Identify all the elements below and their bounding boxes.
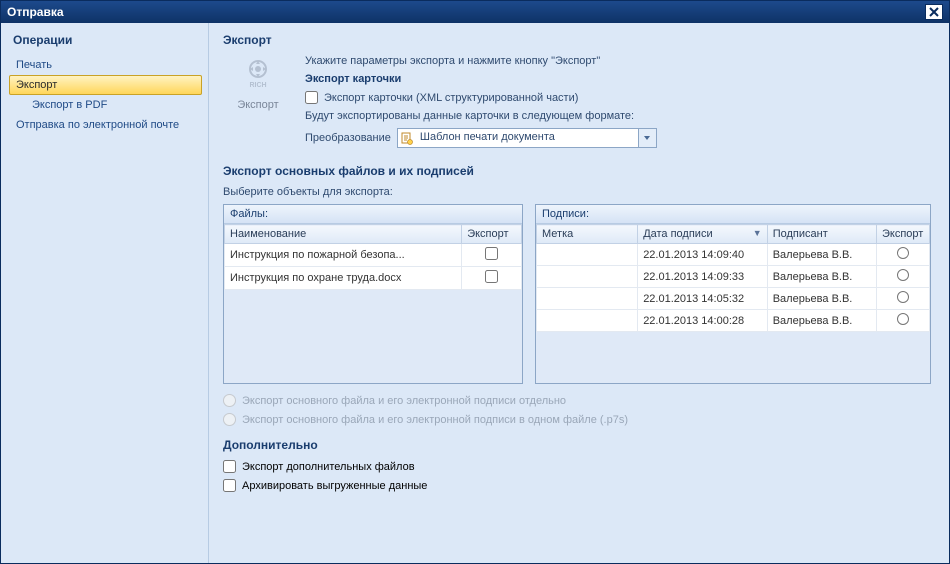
close-icon: [929, 7, 939, 17]
table-row[interactable]: 22.01.2013 14:05:32 Валерьева В.В.: [537, 288, 930, 310]
sidebar-item-send-email[interactable]: Отправка по электронной почте: [9, 115, 202, 135]
signatures-panel-title: Подписи:: [536, 205, 930, 224]
sidebar: Операции Печать Экспорт Экспорт в PDF От…: [1, 23, 209, 563]
signatures-panel: Подписи: Метка Дата подписи▼ Подписант Э…: [535, 204, 931, 384]
archive-label: Архивировать выгруженные данные: [242, 480, 427, 492]
radio-combined-label: Экспорт основного файла и его электронно…: [242, 414, 628, 426]
archive-checkbox[interactable]: [223, 479, 236, 492]
tables-row: Файлы: Наименование Экспорт: [223, 204, 935, 384]
window-body: Операции Печать Экспорт Экспорт в PDF От…: [1, 23, 949, 563]
archive-row: Архивировать выгруженные данные: [223, 479, 935, 492]
file-export-checkbox[interactable]: [485, 247, 498, 260]
card-export-checkbox[interactable]: [305, 91, 318, 104]
sig-signer-cell: Валерьева В.В.: [767, 244, 876, 266]
transform-row: Преобразование Шаблон печати документа: [305, 128, 935, 148]
rich-export-icon: RICH: [234, 55, 282, 95]
sig-date-cell: 22.01.2013 14:05:32: [638, 288, 768, 310]
export-extra-checkbox[interactable]: [223, 460, 236, 473]
table-row[interactable]: Инструкция по пожарной безопа...: [225, 244, 522, 267]
titlebar: Отправка: [1, 1, 949, 23]
file-name-cell: Инструкция по пожарной безопа...: [225, 244, 462, 267]
sidebar-title: Операции: [9, 33, 208, 47]
sigs-col-date[interactable]: Дата подписи▼: [638, 225, 768, 244]
table-row[interactable]: 22.01.2013 14:00:28 Валерьева В.В.: [537, 310, 930, 332]
files-panel: Файлы: Наименование Экспорт: [223, 204, 523, 384]
files-col-name[interactable]: Наименование: [225, 225, 462, 244]
sidebar-item-export[interactable]: Экспорт: [9, 75, 202, 95]
sort-desc-icon: ▼: [753, 228, 762, 238]
export-hint: Укажите параметры экспорта и нажмите кно…: [305, 55, 935, 67]
files-col-export[interactable]: Экспорт: [462, 225, 522, 244]
table-row[interactable]: 22.01.2013 14:09:40 Валерьева В.В.: [537, 244, 930, 266]
export-extra-row: Экспорт дополнительных файлов: [223, 460, 935, 473]
transform-label: Преобразование: [305, 132, 391, 144]
svg-text:RICH: RICH: [249, 82, 266, 89]
card-export-label: Экспорт карточки (XML структурированной …: [324, 92, 578, 104]
sig-export-radio[interactable]: [897, 247, 909, 259]
sig-label-cell: [537, 310, 638, 332]
choose-label: Выберите объекты для экспорта:: [223, 186, 935, 198]
signatures-grid: Метка Дата подписи▼ Подписант Экспорт 22…: [536, 224, 930, 332]
export-icon-block: RICH Экспорт: [223, 55, 293, 148]
radio-combined-row: Экспорт основного файла и его электронно…: [223, 413, 935, 426]
card-note: Будут экспортированы данные карточки в с…: [305, 110, 935, 122]
sig-export-radio[interactable]: [897, 313, 909, 325]
sig-signer-cell: Валерьева В.В.: [767, 288, 876, 310]
chevron-down-icon: [643, 134, 651, 142]
sidebar-item-print[interactable]: Печать: [9, 55, 202, 75]
export-top-block: RICH Экспорт Укажите параметры экспорта …: [223, 55, 935, 148]
files-panel-title: Файлы:: [224, 205, 522, 224]
export-window: Отправка Операции Печать Экспорт Экспорт…: [0, 0, 950, 564]
template-icon: [398, 129, 416, 147]
radio-separate-label: Экспорт основного файла и его электронно…: [242, 395, 566, 407]
export-icon-caption: Экспорт: [223, 99, 293, 111]
sigs-col-signer[interactable]: Подписант: [767, 225, 876, 244]
sig-export-radio[interactable]: [897, 269, 909, 281]
sig-label-cell: [537, 244, 638, 266]
additional-section: Дополнительно Экспорт дополнительных фай…: [223, 438, 935, 492]
radio-separate-row: Экспорт основного файла и его электронно…: [223, 394, 935, 407]
sig-date-cell: 22.01.2013 14:09:40: [638, 244, 768, 266]
sig-signer-cell: Валерьева В.В.: [767, 266, 876, 288]
card-heading: Экспорт карточки: [305, 73, 935, 85]
table-row[interactable]: Инструкция по охране труда.docx: [225, 267, 522, 290]
transform-value: Шаблон печати документа: [416, 129, 638, 147]
sidebar-item-export-pdf[interactable]: Экспорт в PDF: [9, 95, 202, 115]
file-export-checkbox[interactable]: [485, 270, 498, 283]
export-meta: Укажите параметры экспорта и нажмите кно…: [305, 55, 935, 148]
files-section-heading: Экспорт основных файлов и их подписей: [223, 164, 935, 178]
file-name-cell: Инструкция по охране труда.docx: [225, 267, 462, 290]
sig-export-radio[interactable]: [897, 291, 909, 303]
transform-dropdown-arrow[interactable]: [638, 129, 656, 147]
table-row[interactable]: 22.01.2013 14:09:33 Валерьева В.В.: [537, 266, 930, 288]
sig-date-cell: 22.01.2013 14:00:28: [638, 310, 768, 332]
additional-heading: Дополнительно: [223, 438, 935, 452]
sig-date-cell: 22.01.2013 14:09:33: [638, 266, 768, 288]
sigs-col-label[interactable]: Метка: [537, 225, 638, 244]
close-button[interactable]: [925, 4, 943, 20]
main-title: Экспорт: [223, 33, 935, 47]
sigs-col-export[interactable]: Экспорт: [877, 225, 930, 244]
files-grid: Наименование Экспорт Инструкция по пожар…: [224, 224, 522, 290]
radio-combined[interactable]: [223, 413, 236, 426]
sig-label-cell: [537, 266, 638, 288]
sig-signer-cell: Валерьева В.В.: [767, 310, 876, 332]
card-export-checkbox-row: Экспорт карточки (XML структурированной …: [305, 91, 935, 104]
export-extra-label: Экспорт дополнительных файлов: [242, 461, 415, 473]
window-title: Отправка: [7, 5, 64, 19]
main-panel: Экспорт RICH Экспорт Укажите параметры: [209, 23, 949, 563]
sig-label-cell: [537, 288, 638, 310]
transform-combo[interactable]: Шаблон печати документа: [397, 128, 657, 148]
radio-separate[interactable]: [223, 394, 236, 407]
